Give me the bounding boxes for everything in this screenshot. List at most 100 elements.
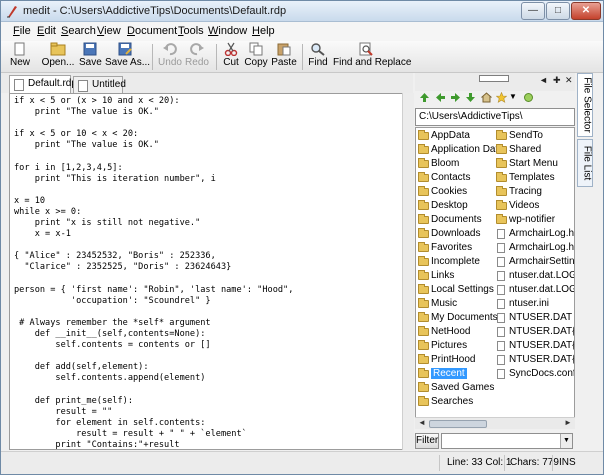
- tab-file-list[interactable]: File List: [577, 139, 593, 187]
- folder-item[interactable]: Saved Games: [417, 381, 497, 395]
- folder-icon: [496, 158, 507, 168]
- maximize-button[interactable]: □: [546, 2, 570, 20]
- file-list-horizontal-scrollbar[interactable]: ◄ ►: [415, 417, 575, 429]
- folder-item[interactable]: My Documents: [417, 311, 498, 325]
- tab-label: Default.rdp: [28, 78, 77, 89]
- folder-item[interactable]: SendTo: [495, 129, 574, 143]
- scroll-thumb[interactable]: [429, 420, 487, 428]
- file-icon: [497, 355, 505, 365]
- find-button[interactable]: Find: [307, 42, 329, 72]
- save-button[interactable]: Save: [79, 42, 102, 72]
- panel-collapse-icon[interactable]: ◄: [539, 75, 548, 85]
- current-path-field[interactable]: C:\Users\AddictiveTips\: [415, 108, 575, 126]
- folder-item[interactable]: Searches: [417, 395, 497, 409]
- file-item[interactable]: ntuser.ini: [495, 297, 574, 311]
- bookmark-star-icon[interactable]: [496, 92, 507, 103]
- menu-window[interactable]: Window: [208, 25, 247, 37]
- file-item[interactable]: NTUSER.DAT{6cc: [495, 339, 574, 353]
- folder-item[interactable]: Desktop: [417, 199, 497, 213]
- code-editor[interactable]: if x < 5 or (x > 10 and x < 20): print "…: [9, 93, 409, 450]
- folder-item[interactable]: Documents: [417, 213, 497, 227]
- file-browser-list[interactable]: AppData Application Data Bloom Contacts Cook…: [415, 127, 575, 429]
- minimize-button[interactable]: —: [521, 2, 545, 20]
- save-disk-icon: [83, 42, 97, 56]
- menu-search[interactable]: Search: [61, 25, 96, 37]
- open-button[interactable]: Open...: [41, 42, 75, 72]
- title-bar[interactable]: medit - C:\Users\AddictiveTips\Documents…: [1, 1, 603, 22]
- item-label: NTUSER.DAT{6cc: [509, 354, 574, 365]
- menu-window-label: indow: [218, 25, 248, 37]
- code-line: print "The value is OK.": [14, 107, 159, 118]
- medit-app-icon: [7, 6, 17, 18]
- scroll-left-icon[interactable]: ◄: [418, 418, 426, 427]
- folder-item[interactable]: Templates: [495, 171, 574, 185]
- filter-button[interactable]: Filter: [415, 433, 439, 449]
- folder-item[interactable]: Favorites: [417, 241, 497, 255]
- tab-default-rdp[interactable]: Default.rdp: [9, 75, 77, 94]
- folder-item[interactable]: Tracing: [495, 185, 574, 199]
- file-item[interactable]: ArmchairLog.htm: [495, 227, 574, 241]
- save-as-button-label: Save As...: [105, 57, 151, 68]
- file-item[interactable]: NTUSER.DAT{6cc: [495, 353, 574, 367]
- folder-item[interactable]: Bloom: [417, 157, 497, 171]
- menu-edit[interactable]: Edit: [37, 25, 56, 37]
- copy-button[interactable]: Copy: [243, 42, 269, 72]
- go-back-icon[interactable]: [435, 92, 446, 103]
- file-item[interactable]: ArmchairSettings: [495, 255, 574, 269]
- find-replace-button[interactable]: Find and Replace: [333, 42, 411, 72]
- menu-document[interactable]: Document: [127, 25, 177, 37]
- menu-file[interactable]: File: [13, 25, 31, 37]
- folder-item[interactable]: AppData: [417, 129, 497, 143]
- folder-item[interactable]: wp-notifier: [495, 213, 574, 227]
- scroll-right-icon[interactable]: ►: [564, 418, 572, 427]
- file-item[interactable]: ArmchairLog.htm: [495, 241, 574, 255]
- home-icon[interactable]: [481, 92, 492, 103]
- folder-item[interactable]: PrintHood: [417, 353, 497, 367]
- new-button[interactable]: New: [7, 42, 33, 72]
- folder-item[interactable]: Application Data: [417, 143, 504, 157]
- folder-item[interactable]: Pictures: [417, 339, 497, 353]
- undo-button[interactable]: Undo: [158, 42, 182, 72]
- folder-item[interactable]: Links: [417, 269, 497, 283]
- panel-restore-button[interactable]: [479, 75, 509, 82]
- folder-item[interactable]: Incomplete: [417, 255, 497, 269]
- panel-close-icon[interactable]: ✕: [565, 75, 573, 86]
- panel-pin-icon[interactable]: ✚: [553, 75, 561, 86]
- folder-item[interactable]: Recent: [417, 367, 497, 381]
- go-down-icon[interactable]: [465, 92, 476, 103]
- file-item[interactable]: SyncDocs.conf: [495, 367, 574, 381]
- go-up-icon[interactable]: [419, 92, 430, 103]
- folder-item[interactable]: Music: [417, 297, 497, 311]
- close-button[interactable]: ✕: [571, 2, 601, 20]
- paste-button[interactable]: Paste: [271, 42, 297, 72]
- folder-item[interactable]: Cookies: [417, 185, 497, 199]
- refresh-icon[interactable]: [523, 92, 534, 103]
- tab-file-selector[interactable]: File Selector: [577, 73, 593, 137]
- file-item[interactable]: NTUSER.DAT: [495, 311, 574, 325]
- file-item[interactable]: ntuser.dat.LOG2: [495, 283, 574, 297]
- menu-view[interactable]: View: [97, 25, 121, 37]
- tab-untitled[interactable]: Untitled: [73, 76, 126, 94]
- menu-help[interactable]: Help: [252, 25, 275, 37]
- folder-item[interactable]: Start Menu: [495, 157, 574, 171]
- folder-item[interactable]: Shared: [495, 143, 574, 157]
- folder-item[interactable]: Videos: [495, 199, 574, 213]
- editor-vertical-scrollbar[interactable]: [402, 93, 414, 450]
- save-as-button[interactable]: Save As...: [105, 42, 151, 72]
- folder-item[interactable]: Local Settings: [417, 283, 497, 297]
- code-line: "Clarice" : 2352525, "Doris" : 23624643}: [14, 262, 232, 273]
- go-forward-icon[interactable]: [450, 92, 461, 103]
- folder-icon: [496, 172, 507, 182]
- redo-button[interactable]: Redo: [185, 42, 209, 72]
- cut-button[interactable]: Cut: [221, 42, 241, 72]
- file-item[interactable]: NTUSER.DAT{6cc: [495, 325, 574, 339]
- chevron-down-icon[interactable]: ▼: [560, 434, 572, 448]
- bookmark-dropdown-icon[interactable]: ▼: [509, 92, 520, 103]
- folder-item[interactable]: Contacts: [417, 171, 497, 185]
- file-item[interactable]: ntuser.dat.LOG1: [495, 269, 574, 283]
- menu-tools[interactable]: Tools: [178, 25, 204, 37]
- folder-item[interactable]: Downloads: [417, 227, 497, 241]
- folder-item[interactable]: NetHood: [417, 325, 497, 339]
- filter-combobox[interactable]: ▼: [441, 433, 573, 449]
- status-divider: [439, 455, 440, 471]
